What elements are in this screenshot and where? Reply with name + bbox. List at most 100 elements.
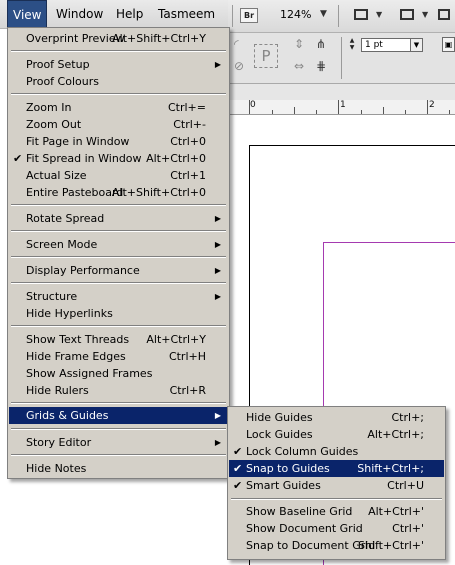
flip-vertical-icon[interactable]: ⇕ [294,37,304,51]
menu-item-hide-notes[interactable]: Hide Notes [9,460,228,477]
stroke-weight-spinner[interactable]: ▲ ▼ [346,37,358,53]
zoom-level[interactable]: 124% [280,8,311,21]
menu-separator [11,50,226,52]
reference-point-box[interactable]: P [254,44,278,68]
submenu-arrow-icon: ▶ [214,214,221,223]
menu-item-label: Show Assigned Frames [26,367,153,380]
bridge-button[interactable]: Br [240,8,258,23]
panel-divider [341,37,342,79]
menu-separator [11,402,226,404]
view-options-dropdown-icon[interactable]: ▼ [376,10,382,19]
menu-separator [11,230,226,232]
submenu-arrow-icon: ▶ [214,60,221,69]
shear-icon[interactable]: ⊘ [234,59,244,73]
menu-item-rotate-spread[interactable]: Rotate Spread ▶ [9,210,228,227]
menu-tasmeem[interactable]: Tasmeem [152,0,221,29]
menu-separator [11,93,226,95]
menu-item-grids-and-guides[interactable]: Grids & Guides ▶ [9,407,228,424]
menu-item-zoom-in[interactable]: Zoom In Ctrl+= [9,99,228,116]
checkmark-icon: ✔ [13,152,23,165]
menu-separator [11,454,226,456]
menu-item-proof-colours[interactable]: Proof Colours [9,73,228,90]
submenu-arrow-icon: ▶ [214,411,221,420]
menu-item-label: Grids & Guides [26,409,109,422]
menu-item-label: Fit Page in Window [26,135,130,148]
menu-item-show-text-threads[interactable]: Show Text Threads Alt+Ctrl+Y [9,331,228,348]
menu-item-hide-rulers[interactable]: Hide Rulers Ctrl+R [9,382,228,399]
menu-item-label: Zoom Out [26,118,82,131]
menu-item-show-document-grid[interactable]: Show Document Grid Ctrl+' [229,520,444,537]
menu-item-shortcut: Alt+Shift+Ctrl+0 [111,186,206,199]
menu-item-hide-frame-edges[interactable]: Hide Frame Edges Ctrl+H [9,348,228,365]
menu-item-story-editor[interactable]: Story Editor ▶ [9,434,228,451]
select-content-icon[interactable]: ⋕ [316,59,326,73]
menu-help[interactable]: Help [110,0,149,29]
menu-item-shortcut: Ctrl+1 [170,169,206,182]
menu-item-snap-to-guides[interactable]: ✔ Snap to Guides Shift+Ctrl+; [229,460,444,477]
menu-item-shortcut: Alt+Ctrl+' [368,505,424,518]
menu-item-hide-hyperlinks[interactable]: Hide Hyperlinks [9,305,228,322]
menu-item-label: Overprint Preview [26,32,125,45]
menu-item-entire-pasteboard[interactable]: Entire Pasteboard Alt+Shift+Ctrl+0 [9,184,228,201]
stroke-weight-field[interactable]: 1 pt [361,38,411,52]
arrange-documents-icon[interactable] [436,7,455,23]
menu-item-shortcut: Ctrl+U [387,479,424,492]
menu-item-label: Hide Guides [246,411,313,424]
menu-item-fit-page-in-window[interactable]: Fit Page in Window Ctrl+0 [9,133,228,150]
menu-item-label: Screen Mode [26,238,98,251]
menu-item-shortcut: Ctrl+R [169,384,206,397]
menu-item-zoom-out[interactable]: Zoom Out Ctrl+- [9,116,228,133]
menu-item-label: Proof Setup [26,58,90,71]
menu-item-label: Snap to Document Grid [246,539,376,552]
menu-item-shortcut: Ctrl+' [392,522,424,535]
menu-item-actual-size[interactable]: Actual Size Ctrl+1 [9,167,228,184]
menu-item-display-performance[interactable]: Display Performance ▶ [9,262,228,279]
horizontal-ruler[interactable]: 0 1 2 [228,100,455,115]
menu-item-snap-to-document-grid[interactable]: Snap to Document Grid Shift+Ctrl+' [229,537,444,554]
fill-icon[interactable]: ▣ [442,37,455,52]
menu-separator [11,204,226,206]
toolbar-divider [338,5,339,27]
menu-item-overprint-preview[interactable]: Overprint Preview Alt+Shift+Ctrl+Y [9,30,228,47]
submenu-arrow-icon: ▶ [214,438,221,447]
menu-item-lock-guides[interactable]: Lock Guides Alt+Ctrl+; [229,426,444,443]
menu-item-label: Smart Guides [246,479,321,492]
menu-window[interactable]: Window [50,0,109,29]
menu-separator [11,428,226,430]
menu-item-shortcut: Ctrl+0 [170,135,206,148]
control-panel: ◜ ⊘ P ⇕ ⋔ ⇔ ⋕ ▲ ▼ 1 pt ▼ ▣ [228,33,455,84]
menu-item-label: Fit Spread in Window [26,152,142,165]
select-container-icon[interactable]: ⋔ [316,37,326,51]
menu-separator [11,282,226,284]
zoom-dropdown-icon[interactable]: ▼ [320,9,327,19]
submenu-arrow-icon: ▶ [214,240,221,249]
menu-item-label: Hide Rulers [26,384,89,397]
stroke-weight-dropdown-icon[interactable]: ▼ [410,38,423,52]
ruler-label: 0 [250,100,256,110]
submenu-arrow-icon: ▶ [214,266,221,275]
menu-item-shortcut: Ctrl+- [173,118,206,131]
menu-separator [231,498,442,500]
menu-item-label: Show Text Threads [26,333,130,346]
menu-item-shortcut: Ctrl+H [168,350,206,363]
menu-view[interactable]: View [7,0,47,29]
menu-item-smart-guides[interactable]: ✔ Smart Guides Ctrl+U [229,477,444,494]
menu-item-structure[interactable]: Structure ▶ [9,288,228,305]
menu-item-show-assigned-frames[interactable]: Show Assigned Frames [9,365,228,382]
menu-item-shortcut: Shift+Ctrl+; [357,462,424,475]
toolbar-divider [232,5,233,27]
screen-mode-dropdown-icon[interactable]: ▼ [422,10,428,19]
menu-item-screen-mode[interactable]: Screen Mode ▶ [9,236,228,253]
menu-item-label: Hide Frame Edges [26,350,126,363]
grids-guides-submenu: Hide Guides Ctrl+; Lock Guides Alt+Ctrl+… [227,406,446,560]
document-tab-strip [228,84,455,100]
flip-horizontal-icon[interactable]: ⇔ [294,59,304,73]
menu-item-hide-guides[interactable]: Hide Guides Ctrl+; [229,409,444,426]
view-options-icon[interactable] [352,7,372,23]
menu-item-proof-setup[interactable]: Proof Setup ▶ [9,56,228,73]
screen-mode-icon[interactable] [398,7,418,23]
menu-item-show-baseline-grid[interactable]: Show Baseline Grid Alt+Ctrl+' [229,503,444,520]
menu-item-fit-spread-in-window[interactable]: ✔ Fit Spread in Window Alt+Ctrl+0 [9,150,228,167]
rotate-icon[interactable]: ◜ [234,37,239,51]
menu-item-lock-column-guides[interactable]: ✔ Lock Column Guides [229,443,444,460]
